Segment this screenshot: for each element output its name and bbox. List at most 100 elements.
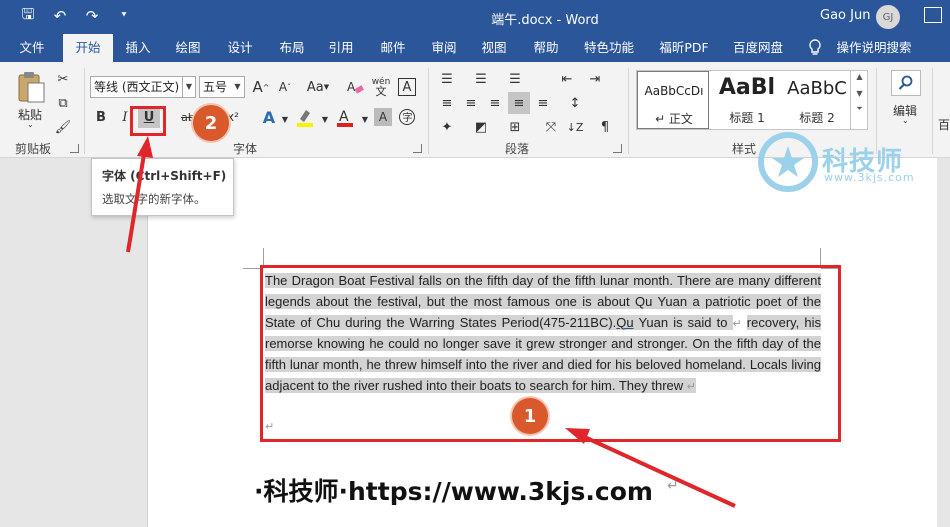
- chevron-down-icon[interactable]: ▼: [182, 77, 195, 97]
- paragraph-mark: ↵: [667, 478, 679, 494]
- title-bar: 🖫 ↶ ↷ ⯆ 端午.docx - Word Gao Jun GJ: [0, 0, 950, 34]
- font-size-combo[interactable]: 五号 ▼: [199, 76, 245, 98]
- style-sample: AaBbC: [787, 78, 847, 99]
- paste-dropdown-icon[interactable]: ⌄: [27, 120, 34, 129]
- increase-indent-icon[interactable]: ⇥: [584, 68, 606, 90]
- shrink-font-icon[interactable]: Aˇ: [274, 76, 296, 98]
- tab-mailings[interactable]: 邮件: [373, 34, 413, 62]
- chevron-down-icon[interactable]: ⌄: [902, 116, 909, 125]
- svg-text:字: 字: [403, 111, 413, 124]
- cut-icon[interactable]: ✂: [52, 68, 74, 90]
- bullets-icon[interactable]: ☰: [436, 68, 458, 90]
- paragraph-launcher-icon[interactable]: [613, 144, 622, 153]
- bold-button[interactable]: B: [90, 106, 112, 128]
- group-divider: [84, 68, 85, 154]
- find-icon[interactable]: [891, 70, 921, 96]
- font-tooltip: 字体 (Ctrl+Shift+F) 选取文字的新字体。: [91, 158, 234, 216]
- tab-view[interactable]: 视图: [474, 34, 514, 62]
- ribbon-extra-label: 百: [938, 118, 950, 132]
- borders-icon[interactable]: ⊞: [504, 116, 526, 138]
- tab-review[interactable]: 审阅: [424, 34, 464, 62]
- style-name: 标题 2: [799, 111, 835, 125]
- align-right-icon[interactable]: ≡: [484, 92, 506, 114]
- gallery-scrollbar[interactable]: ▲ ▼ ⏷: [850, 70, 868, 130]
- line-spacing-icon[interactable]: ↕: [564, 92, 586, 114]
- format-painter-icon[interactable]: 🖌: [52, 116, 74, 138]
- tab-draw[interactable]: 绘图: [168, 34, 208, 62]
- tab-baidu-netdisk[interactable]: 百度网盘: [728, 34, 788, 62]
- style-name: ↵ 正文: [655, 112, 693, 126]
- svg-text:A: A: [347, 80, 356, 94]
- tooltip-description: 选取文字的新字体。: [102, 192, 206, 206]
- change-case-label: Aa: [306, 79, 324, 95]
- phonetic-guide-icon[interactable]: wén 文: [370, 76, 392, 98]
- style-normal[interactable]: AaBbCcDı ↵ 正文: [637, 71, 709, 129]
- chevron-down-icon[interactable]: ▼: [274, 108, 296, 130]
- justify-icon[interactable]: ≡: [508, 92, 530, 114]
- align-center-icon[interactable]: ≡: [460, 92, 482, 114]
- website-text: ·科技师·https://www.3kjs.com: [254, 477, 653, 506]
- tab-insert[interactable]: 插入: [118, 34, 158, 62]
- document-title: 端午.docx - Word: [491, 13, 599, 28]
- ribbon-display-options-icon[interactable]: [924, 7, 942, 23]
- character-shading-icon[interactable]: A: [374, 108, 392, 126]
- group-divider: [932, 68, 933, 154]
- font-launcher-icon[interactable]: [413, 144, 422, 153]
- style-sample: AaBl: [718, 75, 776, 100]
- font-size-value: 五号: [203, 80, 228, 94]
- chevron-down-icon[interactable]: ▼: [354, 108, 376, 130]
- change-case-icon[interactable]: Aa ▼: [304, 76, 332, 98]
- styles-gallery: AaBbCcDı ↵ 正文 AaBl 标题 1 AaBbC 标题 2: [636, 70, 868, 130]
- tab-help[interactable]: 帮助: [526, 34, 566, 62]
- user-name[interactable]: Gao Jun: [820, 8, 870, 23]
- asian-layout-icon[interactable]: ✦: [436, 116, 458, 138]
- group-divider: [428, 68, 429, 154]
- decrease-indent-icon[interactable]: ⇤: [556, 68, 578, 90]
- tell-me-search[interactable]: 操作说明搜索: [834, 34, 914, 62]
- sort-icon[interactable]: ↓Z: [564, 116, 586, 138]
- style-heading-1[interactable]: AaBl 标题 1: [711, 71, 783, 129]
- distributed-icon[interactable]: ≡: [532, 92, 554, 114]
- chevron-down-icon[interactable]: ▼: [231, 77, 244, 97]
- clipboard-launcher-icon[interactable]: [70, 144, 79, 153]
- show-marks-icon[interactable]: ¶: [594, 116, 616, 138]
- tab-references[interactable]: 引用: [321, 34, 361, 62]
- paste-icon[interactable]: [16, 70, 46, 104]
- annotation-badge-1: 1: [512, 398, 548, 434]
- tab-home[interactable]: 开始: [63, 34, 113, 62]
- tab-file[interactable]: 文件: [10, 34, 54, 62]
- styles-group-label: 样式: [732, 142, 757, 156]
- chinese-layout-icon[interactable]: ⤧: [540, 116, 562, 138]
- numbering-icon[interactable]: ☰: [470, 68, 492, 90]
- chevron-down-icon[interactable]: ▼: [314, 108, 336, 130]
- highlight-color-icon[interactable]: [294, 106, 316, 128]
- align-left-icon[interactable]: ≡: [436, 92, 458, 114]
- font-name-combo[interactable]: 等线 (西文正文) ▼: [90, 76, 196, 98]
- multilevel-list-icon[interactable]: ☰: [504, 68, 526, 90]
- paragraph-group-label: 段落: [505, 142, 530, 156]
- character-border-icon[interactable]: A: [398, 78, 416, 96]
- tooltip-title: 字体 (Ctrl+Shift+F): [102, 169, 227, 183]
- watermark-logo-icon: [758, 132, 818, 192]
- font-color-icon[interactable]: A: [334, 106, 356, 128]
- tab-special-features[interactable]: 特色功能: [580, 34, 638, 62]
- annotation-badge-2: 2: [193, 105, 229, 141]
- shading-icon[interactable]: ◩: [470, 116, 492, 138]
- tab-foxit-pdf[interactable]: 福昕PDF: [655, 34, 713, 62]
- avatar[interactable]: GJ: [876, 5, 900, 29]
- group-divider: [628, 68, 629, 154]
- tab-design[interactable]: 设计: [220, 34, 260, 62]
- style-heading-2[interactable]: AaBbC 标题 2: [781, 71, 853, 129]
- clear-formatting-icon[interactable]: A: [344, 76, 366, 98]
- copy-icon[interactable]: ⧉: [52, 92, 74, 114]
- ribbon-tabs: 文件 开始 插入 绘图 设计 布局 引用 邮件 审阅 视图 帮助 特色功能 福昕…: [0, 34, 950, 62]
- annotation-box-underline: [130, 106, 166, 136]
- lightbulb-icon: [808, 39, 824, 57]
- grow-font-icon[interactable]: A ^: [250, 76, 272, 98]
- watermark-url: www.3kjs.com: [824, 171, 915, 184]
- style-name: 标题 1: [729, 111, 765, 125]
- annotation-box-text: [260, 265, 841, 442]
- enclose-characters-icon[interactable]: 字: [396, 106, 418, 128]
- tab-layout[interactable]: 布局: [272, 34, 312, 62]
- font-name-value: 等线 (西文正文): [94, 80, 180, 94]
